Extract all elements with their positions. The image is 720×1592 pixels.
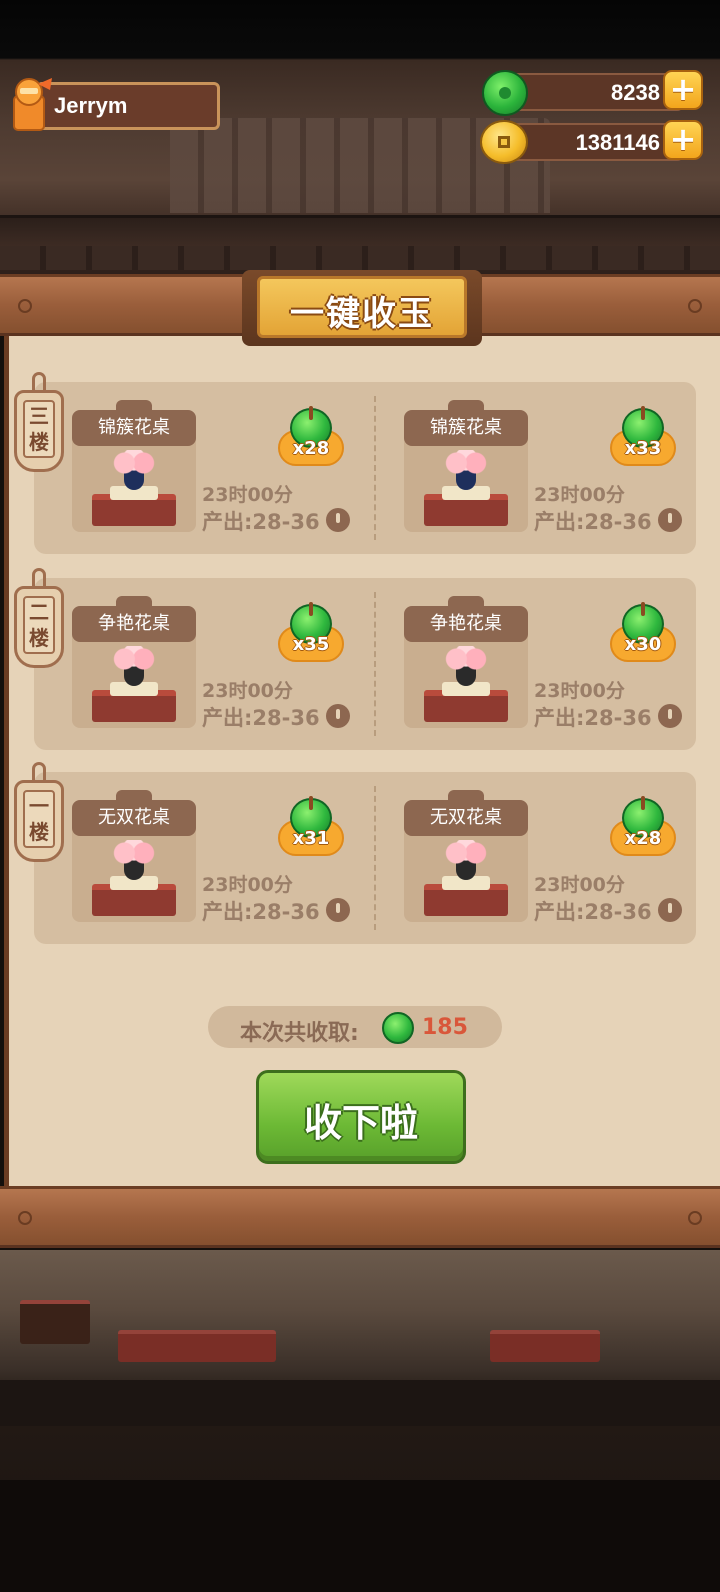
jade-count-badge: x28	[610, 796, 678, 862]
jade-count: x31	[292, 828, 330, 849]
row-divider	[374, 396, 376, 540]
row-divider	[374, 592, 376, 736]
background-flower-table	[118, 1330, 276, 1362]
flower-icon	[110, 840, 158, 866]
floor-row-2: 争艳花桌 x35 23时00分 产出:28-36 争艳花桌 x30 23时00分…	[34, 578, 696, 750]
item-output: 产出:28-36	[534, 510, 652, 534]
panel-title: 一键收玉	[290, 294, 434, 334]
item-time: 23时00分	[534, 484, 625, 506]
flower-icon	[442, 450, 490, 476]
background-counter	[0, 1380, 720, 1426]
avatar[interactable]	[6, 76, 58, 132]
item-name: 锦簇花桌	[72, 410, 196, 446]
flower-table-card[interactable]: 无双花桌	[72, 790, 196, 922]
jade-count-badge: x35	[278, 602, 346, 668]
jade-count: x28	[624, 828, 662, 849]
flower-table-card[interactable]: 锦簇花桌	[72, 400, 196, 532]
jade-icon	[382, 1012, 414, 1044]
clock-icon	[658, 508, 682, 532]
item-time: 23时00分	[534, 874, 625, 896]
background-lattice	[0, 246, 720, 270]
jade-count-badge: x28	[278, 406, 346, 472]
bolt-icon	[18, 299, 32, 313]
jade-count-badge: x30	[610, 602, 678, 668]
jade-count: x35	[292, 634, 330, 655]
item-name: 争艳花桌	[404, 606, 528, 642]
row-divider	[374, 786, 376, 930]
background-cabinet	[20, 1300, 90, 1344]
item-output: 产出:28-36	[534, 706, 652, 730]
item-output: 产出:28-36	[202, 706, 320, 730]
add-coin-button[interactable]: +	[663, 120, 703, 160]
collect-button-label[interactable]: 收下啦	[256, 1092, 466, 1147]
item-output: 产出:28-36	[202, 900, 320, 924]
clock-icon	[658, 898, 682, 922]
item-time: 23时00分	[534, 680, 625, 702]
flower-icon	[110, 450, 158, 476]
item-name: 争艳花桌	[72, 606, 196, 642]
coin-icon	[480, 120, 528, 164]
jade-count-badge: x33	[610, 406, 678, 472]
clock-icon	[658, 704, 682, 728]
background-beam	[0, 215, 720, 248]
background-flower-table	[490, 1330, 600, 1362]
bolt-icon	[688, 299, 702, 313]
flower-icon	[442, 840, 490, 866]
floor-row-3: 锦簇花桌 x28 23时00分 产出:28-36 锦簇花桌 x33 23时00分…	[34, 382, 696, 554]
jade-balance: 8238	[611, 80, 660, 105]
floor-label: 三楼	[29, 404, 49, 454]
scroll-roller-bottom	[0, 1186, 720, 1248]
flower-table-card[interactable]: 争艳花桌	[72, 596, 196, 728]
floor-tag-1: 一楼	[12, 762, 66, 862]
bolt-icon	[688, 1211, 702, 1225]
floor-label: 二楼	[29, 600, 49, 650]
total-label: 本次共收取:	[240, 1021, 359, 1046]
item-name: 无双花桌	[72, 800, 196, 836]
flower-icon	[442, 646, 490, 672]
floor-tag-2: 二楼	[12, 568, 66, 668]
clock-icon	[326, 508, 350, 532]
floor-row-1: 无双花桌 x31 23时00分 产出:28-36 无双花桌 x28 23时00分…	[34, 772, 696, 944]
jade-count: x28	[292, 438, 330, 459]
item-output: 产出:28-36	[202, 510, 320, 534]
item-output: 产出:28-36	[534, 900, 652, 924]
username: Jerrym	[54, 93, 128, 118]
add-jade-button[interactable]: +	[663, 70, 703, 110]
flower-table-card[interactable]: 争艳花桌	[404, 596, 528, 728]
jade-count-badge: x31	[278, 796, 346, 862]
item-time: 23时00分	[202, 484, 293, 506]
flower-table-card[interactable]: 无双花桌	[404, 790, 528, 922]
jade-icon	[482, 70, 528, 116]
jade-count: x30	[624, 634, 662, 655]
item-time: 23时00分	[202, 874, 293, 896]
coin-balance: 1381146	[575, 130, 660, 155]
clock-icon	[326, 898, 350, 922]
flower-icon	[110, 646, 158, 672]
clock-icon	[326, 704, 350, 728]
item-time: 23时00分	[202, 680, 293, 702]
total-value: 185	[422, 1015, 468, 1040]
floor-label: 一楼	[29, 794, 49, 844]
item-name: 锦簇花桌	[404, 410, 528, 446]
jade-count: x33	[624, 438, 662, 459]
floor-tag-3: 三楼	[12, 372, 66, 472]
bolt-icon	[18, 1211, 32, 1225]
item-name: 无双花桌	[404, 800, 528, 836]
flower-table-card[interactable]: 锦簇花桌	[404, 400, 528, 532]
background-floor	[0, 1480, 720, 1592]
